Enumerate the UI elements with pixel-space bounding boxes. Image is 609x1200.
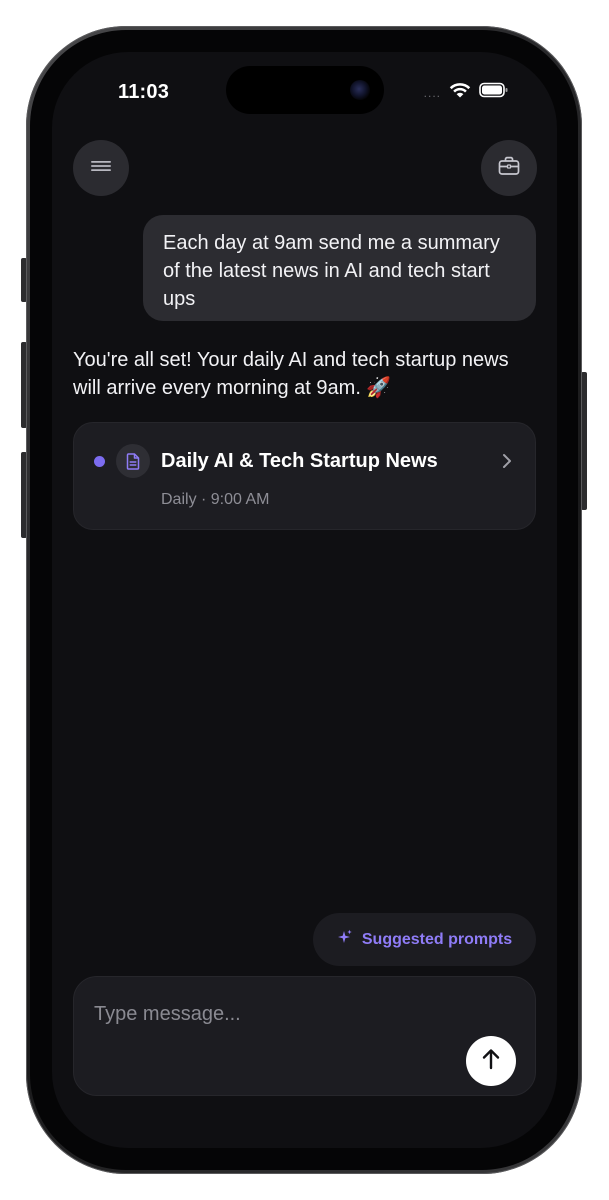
message-composer [73, 976, 536, 1096]
scheduled-task-card[interactable]: Daily AI & Tech Startup News Daily · 9:0… [73, 422, 536, 530]
device-stage: 11:03 .... Each day at 9am send me a sum… [0, 0, 609, 1200]
send-button[interactable] [466, 1036, 516, 1086]
document-icon [116, 444, 150, 478]
hamburger-menu-icon [91, 159, 111, 178]
dynamic-island [226, 66, 384, 114]
battery-icon [479, 82, 509, 103]
briefcase-icon [498, 156, 520, 181]
menu-button[interactable] [73, 140, 129, 196]
status-time: 11:03 [118, 81, 170, 103]
message-input[interactable] [94, 999, 454, 1029]
cellular-signal-indicator: .... [423, 85, 441, 100]
arrow-up-icon [481, 1048, 501, 1075]
suggested-prompts-label: Suggested prompts [361, 930, 513, 948]
assistant-message: You're all set! Your daily AI and tech s… [73, 349, 509, 399]
user-message-bubble: Each day at 9am send me a summary of the… [143, 215, 536, 321]
chevron-right-icon [499, 451, 515, 471]
front-camera [350, 80, 370, 100]
task-title: Daily AI & Tech Startup News [161, 450, 438, 472]
task-status-dot [94, 456, 105, 467]
wifi-icon [449, 82, 471, 103]
tasks-button[interactable] [481, 140, 537, 196]
suggested-prompts-button[interactable]: Suggested prompts [313, 913, 536, 966]
task-schedule: Daily · 9:00 AM [161, 491, 270, 508]
status-indicators: .... [424, 82, 509, 103]
user-message-text: Each day at 9am send me a summary of the… [163, 232, 500, 310]
sparkle-icon [337, 929, 353, 950]
app-screen: 11:03 .... Each day at 9am send me a sum… [52, 52, 557, 1148]
